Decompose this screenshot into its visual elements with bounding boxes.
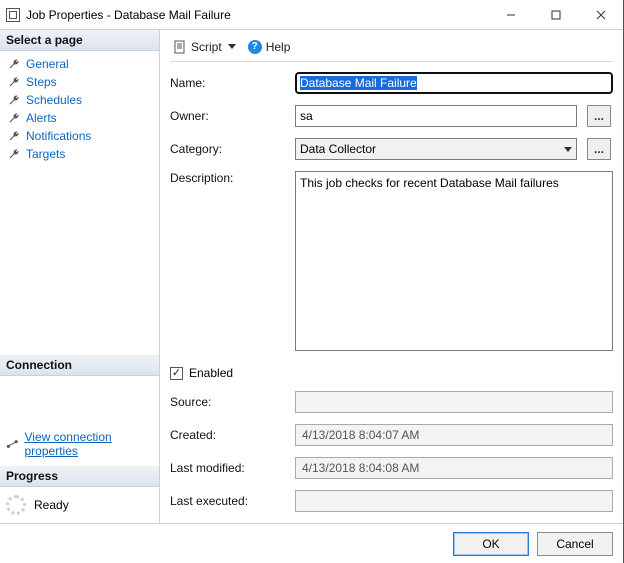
progress-body: Ready <box>0 487 159 523</box>
wrench-icon <box>8 76 20 88</box>
modified-readonly: 4/13/2018 8:04:08 AM <box>295 457 613 479</box>
executed-label: Last executed: <box>170 494 285 508</box>
category-value: Data Collector <box>300 142 376 156</box>
sidebar-item-label: Steps <box>26 75 57 89</box>
left-pane: Select a page General Steps Schedules Al… <box>0 30 160 523</box>
toolbar: Script ? Help <box>170 38 613 62</box>
form: Name: Owner: ... Category: Data Collecto… <box>170 72 613 523</box>
sidebar-item-general[interactable]: General <box>4 55 159 73</box>
executed-readonly <box>295 490 613 512</box>
wrench-icon <box>8 58 20 70</box>
category-select[interactable]: Data Collector <box>295 138 577 160</box>
sidebar-item-notifications[interactable]: Notifications <box>4 127 159 145</box>
wrench-icon <box>8 148 20 160</box>
sidebar-item-steps[interactable]: Steps <box>4 73 159 91</box>
modified-label: Last modified: <box>170 461 285 475</box>
enabled-label: Enabled <box>189 366 233 380</box>
footer: OK Cancel <box>0 523 623 563</box>
source-readonly <box>295 391 613 413</box>
sidebar-item-label: Notifications <box>26 129 91 143</box>
close-button[interactable] <box>578 0 623 29</box>
view-connection-properties-link[interactable]: View connection properties <box>6 430 153 458</box>
sidebar-item-label: Targets <box>26 147 65 161</box>
app-icon <box>6 8 20 22</box>
help-button[interactable]: ? Help <box>245 38 294 56</box>
sidebar-item-schedules[interactable]: Schedules <box>4 91 159 109</box>
main-pane: Script ? Help Name: Owner: ... Category:… <box>160 30 623 523</box>
maximize-button[interactable] <box>533 0 578 29</box>
owner-input[interactable] <box>295 105 577 127</box>
connection-header: Connection <box>0 355 159 376</box>
help-label: Help <box>266 40 291 54</box>
chevron-down-icon <box>228 44 236 49</box>
sidebar-item-label: General <box>26 57 69 71</box>
title-bar: Job Properties - Database Mail Failure <box>0 0 623 30</box>
chevron-down-icon <box>564 147 572 152</box>
created-readonly: 4/13/2018 8:04:07 AM <box>295 424 613 446</box>
created-label: Created: <box>170 428 285 442</box>
category-browse-button[interactable]: ... <box>587 138 611 160</box>
enabled-checkbox[interactable] <box>170 367 183 380</box>
progress-spinner-icon <box>6 495 26 515</box>
source-label: Source: <box>170 395 285 409</box>
name-input[interactable] <box>295 72 613 94</box>
page-list: General Steps Schedules Alerts Notificat… <box>0 51 159 169</box>
progress-status: Ready <box>34 498 69 512</box>
description-label: Description: <box>170 171 285 185</box>
cancel-button[interactable]: Cancel <box>537 532 613 556</box>
progress-header: Progress <box>0 466 159 487</box>
name-label: Name: <box>170 76 285 90</box>
description-textarea[interactable] <box>295 171 613 351</box>
sidebar-item-targets[interactable]: Targets <box>4 145 159 163</box>
script-dropdown[interactable]: Script <box>170 38 239 56</box>
help-icon: ? <box>248 40 262 54</box>
connection-icon <box>6 439 19 449</box>
owner-browse-button[interactable]: ... <box>587 105 611 127</box>
connection-link-label: View connection properties <box>25 430 154 458</box>
wrench-icon <box>8 94 20 106</box>
sidebar-item-alerts[interactable]: Alerts <box>4 109 159 127</box>
ok-button[interactable]: OK <box>453 532 529 556</box>
sidebar-item-label: Schedules <box>26 93 82 107</box>
script-icon <box>173 40 187 54</box>
sidebar-item-label: Alerts <box>26 111 57 125</box>
wrench-icon <box>8 130 20 142</box>
owner-label: Owner: <box>170 109 285 123</box>
script-label: Script <box>191 40 222 54</box>
minimize-button[interactable] <box>488 0 533 29</box>
select-page-header: Select a page <box>0 30 159 51</box>
window-title: Job Properties - Database Mail Failure <box>26 8 231 22</box>
wrench-icon <box>8 112 20 124</box>
category-label: Category: <box>170 142 285 156</box>
